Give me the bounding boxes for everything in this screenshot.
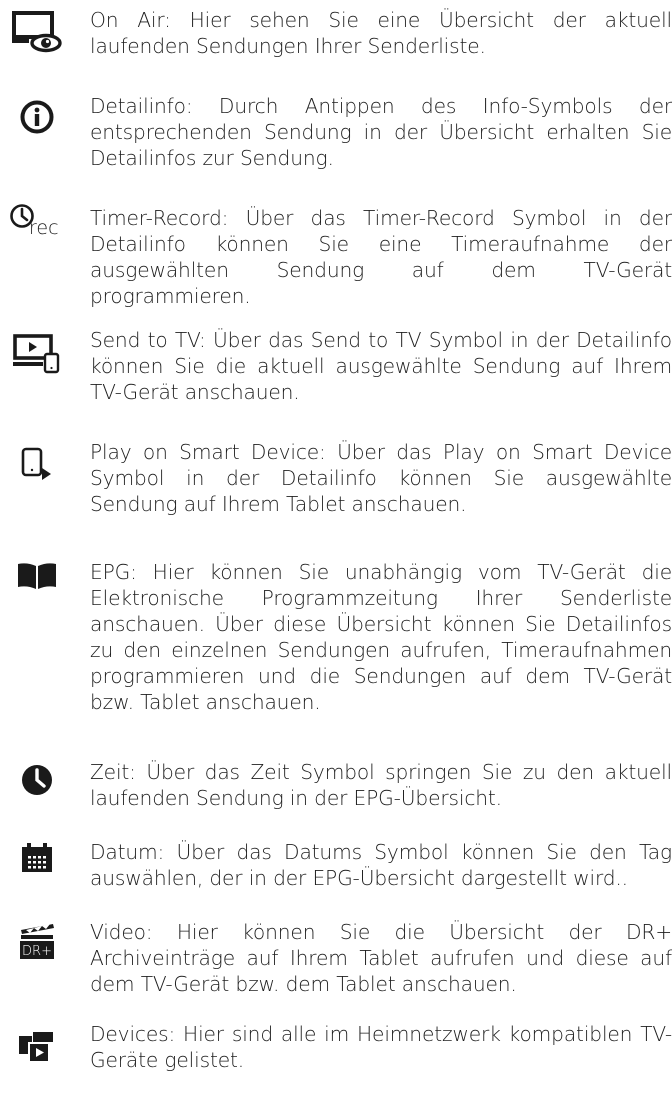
entry-text: EPG: Hier können Sie unabhängig vom TV-G… (90, 560, 672, 714)
video-dr-icon: DR+ (0, 922, 74, 960)
send-to-tv-icon (0, 333, 74, 374)
dr-plus-label: DR+ (22, 944, 52, 959)
book-icon (0, 562, 74, 590)
rec-label: rec (29, 217, 59, 239)
devices-icon (0, 1030, 74, 1064)
entry-text: Timer-Record: Über das Timer-Record Symb… (90, 206, 672, 308)
entry-text: Video: Hier können Sie die Übersicht der… (90, 920, 672, 996)
clock-icon (0, 763, 74, 797)
calendar-icon (0, 842, 74, 874)
timer-record-icon: rec (0, 203, 74, 241)
entry-text: Datum: Über das Datums Symbol können Sie… (90, 840, 672, 890)
info-icon (0, 100, 74, 134)
entry-text: Play on Smart Device: Über das Play on S… (90, 440, 672, 516)
entry-text: Devices: Hier sind alle im Heimnetzwerk … (90, 1022, 672, 1072)
entry-text: Detailinfo: Durch Antippen des Info-Symb… (90, 94, 672, 170)
tv-eye-icon (0, 10, 74, 53)
play-on-device-icon (0, 446, 74, 484)
entry-text: Zeit: Über das Zeit Symbol springen Sie … (90, 760, 672, 810)
entry-text: On Air: Hier sehen Sie eine Übersicht de… (90, 8, 672, 58)
entry-text: Send to TV: Über das Send to TV Symbol i… (90, 328, 672, 404)
